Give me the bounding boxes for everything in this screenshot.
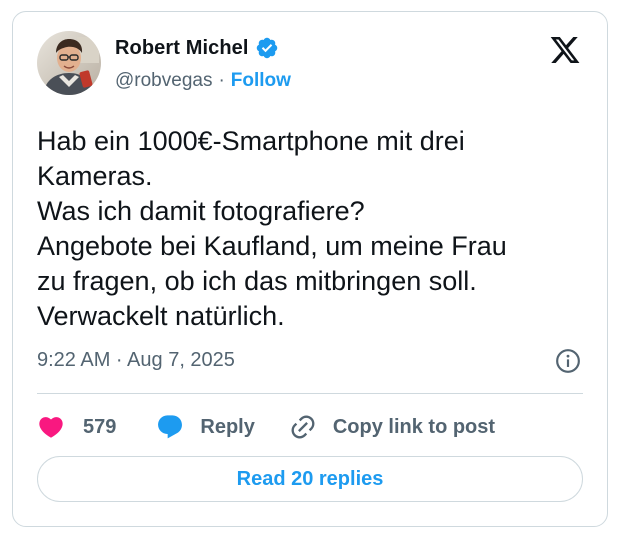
- heart-icon: [39, 417, 63, 438]
- copy-link-button[interactable]: Copy link to post: [289, 413, 495, 441]
- action-bar: 579 Reply Copy link to post: [37, 409, 495, 445]
- info-icon[interactable]: [555, 348, 581, 374]
- like-button[interactable]: 579: [37, 413, 116, 441]
- author-name-row: Robert Michel: [115, 36, 279, 60]
- x-logo-icon[interactable]: [549, 34, 581, 66]
- follow-button[interactable]: Follow: [231, 70, 291, 92]
- reply-bubble-icon: [158, 415, 183, 439]
- tweet-card: Robert Michel @robvegas · Follow Hab ein…: [12, 11, 608, 527]
- read-replies-button[interactable]: Read 20 replies: [37, 456, 583, 502]
- handle-separator: ·: [218, 70, 225, 91]
- author-handle-row: @robvegas · Follow: [115, 70, 291, 92]
- reply-label: Reply: [200, 415, 255, 438]
- reply-button[interactable]: Reply: [156, 413, 255, 441]
- tweet-text-line: Verwackelt natürlich.: [37, 301, 285, 331]
- verified-badge-icon: [256, 37, 277, 59]
- author-handle[interactable]: @robvegas: [115, 70, 212, 92]
- like-count: 579: [83, 415, 117, 438]
- avatar[interactable]: [37, 31, 101, 95]
- copy-link-label: Copy link to post: [332, 415, 496, 438]
- author-display-name[interactable]: Robert Michel: [115, 37, 249, 60]
- tweet-text-line: zu fragen, ob ich das mitbringen soll.: [37, 266, 477, 296]
- tweet-text-line: Was ich damit fotografiere?: [37, 196, 365, 226]
- tweet-text-line: Angebote bei Kaufland, um meine Frau: [37, 231, 507, 261]
- tweet-text-line: Hab ein 1000€-Smartphone mit drei: [37, 126, 465, 156]
- tweet-text: Hab ein 1000€-Smartphone mit drei Kamera…: [37, 124, 593, 334]
- tweet-text-line: Kameras.: [37, 161, 153, 191]
- divider: [37, 393, 583, 394]
- tweet-timestamp[interactable]: 9:22 AM · Aug 7, 2025: [37, 349, 235, 372]
- avatar-image: [37, 31, 101, 95]
- link-icon: [291, 415, 315, 439]
